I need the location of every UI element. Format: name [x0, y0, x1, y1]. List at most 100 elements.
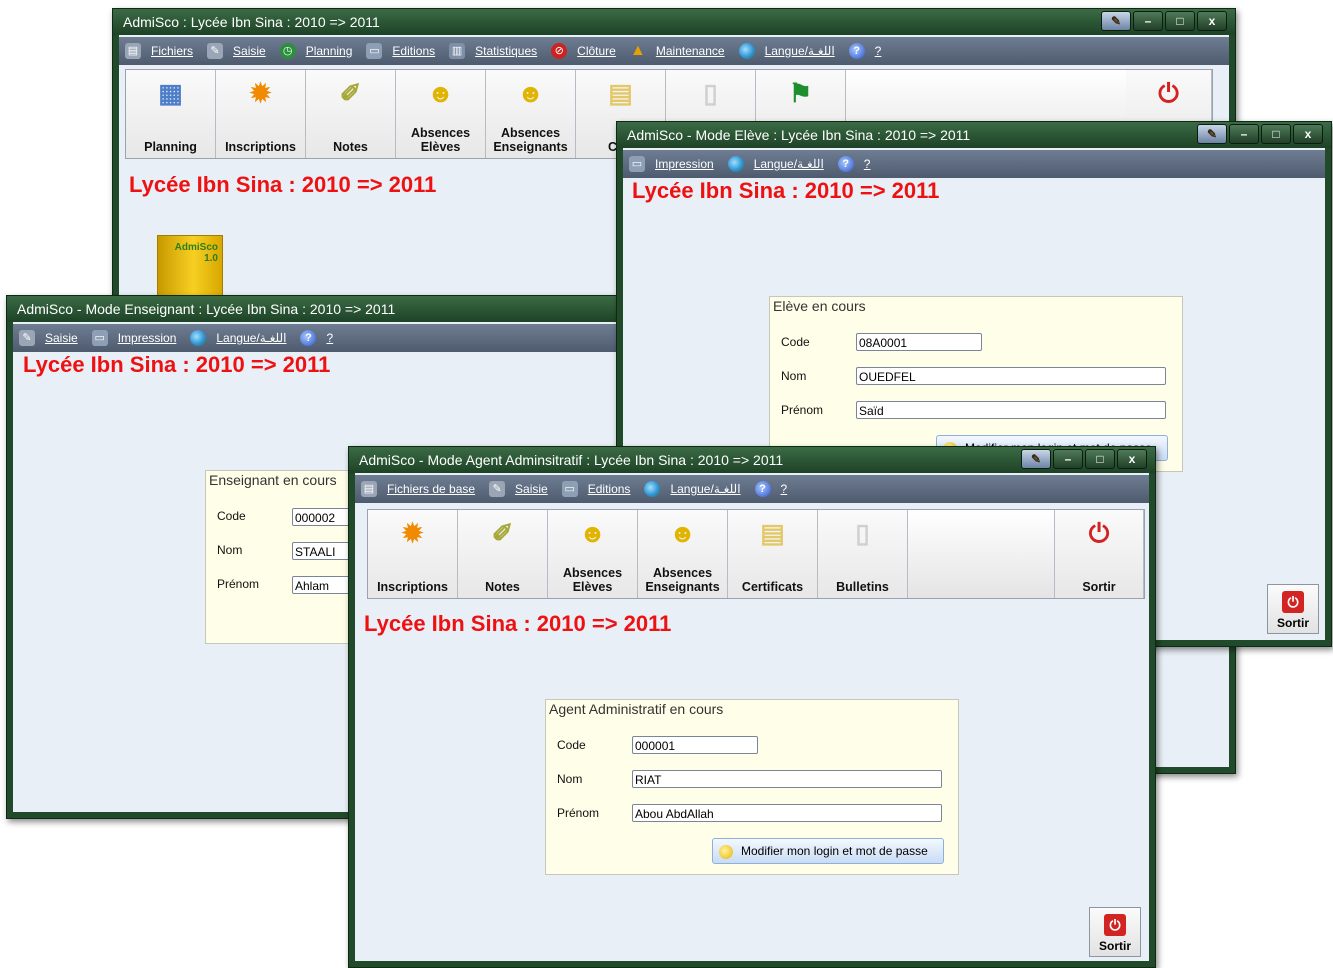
pen-icon: ✎ [489, 481, 506, 497]
brush-icon[interactable]: ✎ [1197, 124, 1227, 144]
menu-help[interactable]: ?? [754, 481, 787, 497]
menu-maintenance[interactable]: ▲ Maintenance [630, 43, 725, 59]
nom-label: Nom [557, 772, 583, 786]
menu-langue[interactable]: Langue/اللغـة [190, 330, 286, 346]
menu-help[interactable]: ?? [837, 156, 870, 172]
maximize-button[interactable]: □ [1165, 11, 1195, 31]
power-icon: ⏻ [1158, 78, 1179, 108]
agent-toolbar: ✹ Inscriptions ✐ Notes ☻ Absences Elèves ☻ A… [367, 509, 1145, 599]
student-exit-button[interactable]: ⏻ Sortir [1267, 584, 1319, 634]
globe-icon [190, 330, 207, 346]
code-field[interactable]: 08A0001 [856, 333, 982, 351]
menu-langue[interactable]: Langue/اللغـة [738, 43, 835, 59]
menu-langue[interactable]: Langue/اللغـة [644, 481, 741, 497]
brush-icon[interactable]: ✎ [1021, 449, 1051, 469]
power-icon: ⏻ [1282, 591, 1304, 613]
clock-icon: ◷ [279, 43, 296, 59]
menu-help[interactable]: ?? [300, 330, 333, 346]
maximize-button[interactable]: □ [1261, 124, 1291, 144]
agent-window: AdmiSco - Mode Agent Adminsitratif : Lyc… [348, 446, 1156, 968]
close-button[interactable]: x [1197, 11, 1227, 31]
minimize-button[interactable]: – [1229, 124, 1259, 144]
menu-cloture[interactable]: ⊘ Clôture [551, 43, 616, 59]
menu-fichiers[interactable]: ▤ Fichiers [125, 43, 193, 59]
code-label: Code [557, 738, 586, 752]
pen-icon: ✎ [19, 330, 35, 346]
print-icon: ▭ [366, 43, 383, 59]
help-icon: ? [837, 156, 854, 172]
menu-impression[interactable]: ▭ Impression [91, 330, 176, 346]
document-icon: ▤ [760, 518, 785, 548]
sleepy-face-icon: ☻ [426, 78, 455, 108]
stop-icon: ⊘ [551, 43, 568, 59]
menu-planning[interactable]: ◷ Planning [279, 43, 352, 59]
sun-icon: ✹ [249, 78, 272, 108]
prenom-label: Prénom [557, 806, 600, 820]
nom-label: Nom [781, 369, 807, 383]
key-icon [719, 844, 733, 859]
calendar-icon: ▦ [158, 78, 183, 108]
nom-label: Nom [217, 543, 243, 557]
nom-field[interactable]: OUEDFEL [856, 367, 1166, 385]
menu-statistiques[interactable]: ▥ Statistiques [449, 43, 537, 59]
main-window-controls: ✎ – □ x [1101, 11, 1227, 31]
document-icon: ▤ [608, 78, 633, 108]
toolbar-absences-enseignants-button[interactable]: ☻ Absences Enseignants [486, 70, 576, 158]
agent-exit-button[interactable]: ⏻ Sortir [1089, 907, 1141, 957]
menu-impression[interactable]: ▭ Impression [629, 156, 714, 172]
print-icon: ▭ [561, 481, 578, 497]
toolbar-certificats-button[interactable]: ▤ Certificats [728, 510, 818, 598]
nom-field[interactable]: RIAT [632, 770, 942, 788]
agent-window-client: ▤ Fichiers de base ✎ Saisie ▭ Editions Lang… [355, 473, 1149, 961]
minimize-button[interactable]: – [1133, 11, 1163, 31]
toolbar-absences-eleves-button[interactable]: ☻ Absences Elèves [396, 70, 486, 158]
code-label: Code [781, 335, 810, 349]
toolbar-notes-button[interactable]: ✐ Notes [306, 70, 396, 158]
toolbar-bulletins-button[interactable]: ▯ Bulletins [818, 510, 908, 598]
minimize-button[interactable]: – [1053, 449, 1083, 469]
toolbar-notes-button[interactable]: ✐ Notes [458, 510, 548, 598]
pen-icon: ✐ [339, 78, 362, 108]
menu-editions[interactable]: ▭ Editions [561, 481, 630, 497]
sun-icon: ✹ [401, 518, 424, 548]
brush-icon[interactable]: ✎ [1101, 11, 1131, 31]
prenom-field[interactable]: Saïd [856, 401, 1166, 419]
agent-window-controls: ✎ – □ x [1021, 449, 1147, 469]
maximize-button[interactable]: □ [1085, 449, 1115, 469]
menu-saisie[interactable]: ✎ Saisie [207, 43, 266, 59]
print-icon: ▭ [629, 156, 645, 172]
chart-icon: ▥ [449, 43, 466, 59]
close-button[interactable]: x [1293, 124, 1323, 144]
toolbar-planning-button[interactable]: ▦ Planning [126, 70, 216, 158]
toolbar-spacer [908, 510, 1054, 598]
student-panel-title: Elève en cours [773, 298, 866, 314]
menu-help[interactable]: ?? [848, 43, 881, 59]
toolbar-sortir-button[interactable]: ⏻ Sortir [1054, 510, 1144, 598]
toolbar-inscriptions-button[interactable]: ✹ Inscriptions [368, 510, 458, 598]
toolbar-absences-enseignants-button[interactable]: ☻ Absences Enseignants [638, 510, 728, 598]
menu-saisie[interactable]: ✎ Saisie [489, 481, 548, 497]
flag-icon: ⚑ [788, 78, 813, 108]
menu-editions[interactable]: ▭ Editions [366, 43, 435, 59]
agent-menubar: ▤ Fichiers de base ✎ Saisie ▭ Editions Lang… [355, 475, 1149, 503]
page-icon: ▯ [855, 518, 870, 548]
close-button[interactable]: x [1117, 449, 1147, 469]
code-field[interactable]: 000001 [632, 736, 758, 754]
pen-icon: ✎ [207, 43, 224, 59]
help-icon: ? [300, 330, 317, 346]
book-icon: ▤ [125, 43, 141, 59]
toolbar-inscriptions-button[interactable]: ✹ Inscriptions [216, 70, 306, 158]
main-school-heading: Lycée Ibn Sina : 2010 => 2011 [129, 172, 437, 197]
book-icon: ▤ [361, 481, 377, 497]
sleepy-face-icon: ☻ [578, 518, 607, 548]
toolbar-absences-eleves-button[interactable]: ☻ Absences Elèves [548, 510, 638, 598]
menu-langue[interactable]: Langue/اللغـة [727, 156, 824, 172]
graduate-face-icon: ☻ [668, 518, 697, 548]
teacher-panel-title: Enseignant en cours [209, 472, 337, 488]
prenom-field[interactable]: Abou AbdAllah [632, 804, 942, 822]
change-login-button[interactable]: Modifier mon login et mot de passe [712, 838, 944, 864]
student-school-heading: Lycée Ibn Sina : 2010 => 2011 [632, 178, 940, 203]
menu-saisie[interactable]: ✎ Saisie [19, 330, 78, 346]
agent-panel-title: Agent Administratif en cours [549, 701, 724, 717]
menu-fichiers-de-base[interactable]: ▤ Fichiers de base [361, 481, 475, 497]
